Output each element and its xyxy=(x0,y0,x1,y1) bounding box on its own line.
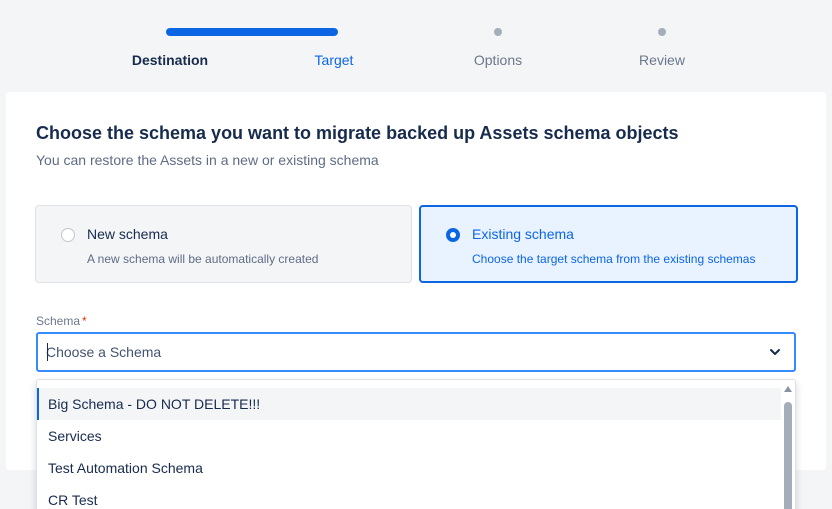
required-marker: * xyxy=(82,314,87,328)
existing-schema-radio[interactable] xyxy=(446,228,460,242)
step-label-destination: Destination xyxy=(131,52,209,68)
chevron-down-icon[interactable] xyxy=(768,345,782,359)
schema-select[interactable] xyxy=(36,332,796,372)
text-cursor xyxy=(47,343,48,361)
existing-schema-description: Choose the target schema from the existi… xyxy=(472,252,756,266)
dropdown-option[interactable]: Big Schema - DO NOT DELETE!!! xyxy=(37,388,781,420)
step-dot-options xyxy=(494,28,502,36)
step-destination: Destination xyxy=(88,0,338,80)
step-options: Options xyxy=(416,0,580,80)
progress-stepper: Destination Target Options Review xyxy=(0,0,832,92)
page-subtitle: You can restore the Assets in a new or e… xyxy=(36,152,379,168)
new-schema-title: New schema xyxy=(87,226,168,242)
dropdown-option[interactable]: Test Automation Schema xyxy=(37,452,781,484)
existing-schema-option[interactable]: Existing schema Choose the target schema… xyxy=(419,205,798,283)
step-label-options: Options xyxy=(473,52,523,68)
schema-label-text: Schema xyxy=(36,314,81,328)
new-schema-radio[interactable] xyxy=(61,228,75,242)
schema-dropdown-menu: Big Schema - DO NOT DELETE!!! Services T… xyxy=(36,379,796,509)
dropdown-option[interactable]: Services xyxy=(37,420,781,452)
step-review: Review xyxy=(580,0,744,80)
scroll-up-arrow-icon[interactable] xyxy=(784,386,792,392)
new-schema-option[interactable]: New schema A new schema will be automati… xyxy=(35,205,412,283)
schema-field-label: Schema * xyxy=(36,314,87,328)
step-target: Target xyxy=(252,0,416,80)
page-title: Choose the schema you want to migrate ba… xyxy=(36,123,679,143)
dropdown-option[interactable]: CR Test xyxy=(37,484,781,509)
schema-search-input[interactable] xyxy=(46,334,746,370)
dropdown-scrollbar[interactable] xyxy=(781,380,795,509)
existing-schema-title: Existing schema xyxy=(472,226,574,242)
scrollbar-thumb[interactable] xyxy=(784,402,792,509)
step-label-target: Target xyxy=(314,52,354,68)
new-schema-description: A new schema will be automatically creat… xyxy=(87,252,319,266)
step-label-review: Review xyxy=(639,52,685,68)
step-dot-review xyxy=(658,28,666,36)
